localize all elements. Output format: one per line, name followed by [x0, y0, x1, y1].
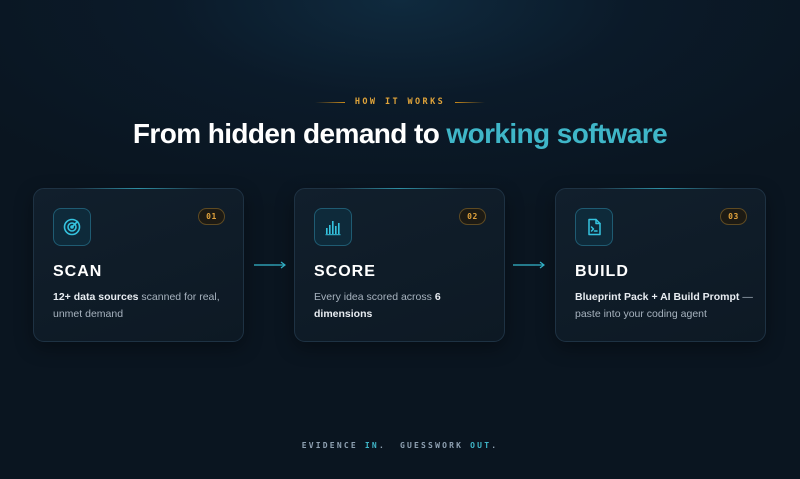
- headline-main: From hidden demand to: [132, 118, 440, 149]
- tagline-part: . GUESSWORK: [378, 441, 471, 450]
- step-number-badge: 01: [198, 208, 225, 225]
- eyebrow-text: HOW IT WORKS: [354, 97, 446, 107]
- step-number-badge: 03: [720, 208, 747, 225]
- headline-accent: working software: [446, 118, 668, 149]
- tagline-highlight: OUT: [470, 441, 492, 450]
- step-title: BUILD: [575, 263, 629, 280]
- tagline-part: EVIDENCE: [301, 441, 365, 450]
- step-title: SCAN: [53, 263, 103, 280]
- step-description-highlight: 12+ data sources: [53, 291, 139, 303]
- terminal-file-icon: [575, 208, 613, 246]
- step-description: Blueprint Pack + AI Build Prompt — paste…: [575, 289, 755, 323]
- step-card-score: 02 SCORE Every idea scored across 6 dime…: [294, 188, 505, 342]
- radar-icon: [53, 208, 91, 246]
- tagline-highlight: IN: [364, 441, 379, 450]
- arrow-right-icon: [513, 261, 545, 269]
- step-description-text: Every idea scored across: [314, 291, 435, 303]
- step-number-badge: 02: [459, 208, 486, 225]
- eyebrow-line-right: [455, 101, 486, 103]
- step-description: 12+ data sources scanned for real, unmet…: [53, 289, 233, 323]
- arrow-right-icon: [254, 261, 286, 269]
- step-card-build: 03 BUILD Blueprint Pack + AI Build Promp…: [555, 188, 766, 342]
- step-description: Every idea scored across 6 dimensions: [314, 289, 494, 323]
- section-headline: From hidden demand to working software: [0, 118, 800, 150]
- tagline: EVIDENCE IN. GUESSWORK OUT.: [0, 441, 800, 450]
- bar-chart-icon: [314, 208, 352, 246]
- eyebrow-line-left: [314, 101, 345, 103]
- step-card-scan: 01 SCAN 12+ data sources scanned for rea…: [33, 188, 244, 342]
- section-eyebrow: HOW IT WORKS: [0, 96, 800, 108]
- tagline-part: .: [491, 441, 499, 450]
- step-description-highlight: Blueprint Pack + AI Build Prompt: [575, 291, 740, 303]
- step-title: SCORE: [314, 263, 376, 280]
